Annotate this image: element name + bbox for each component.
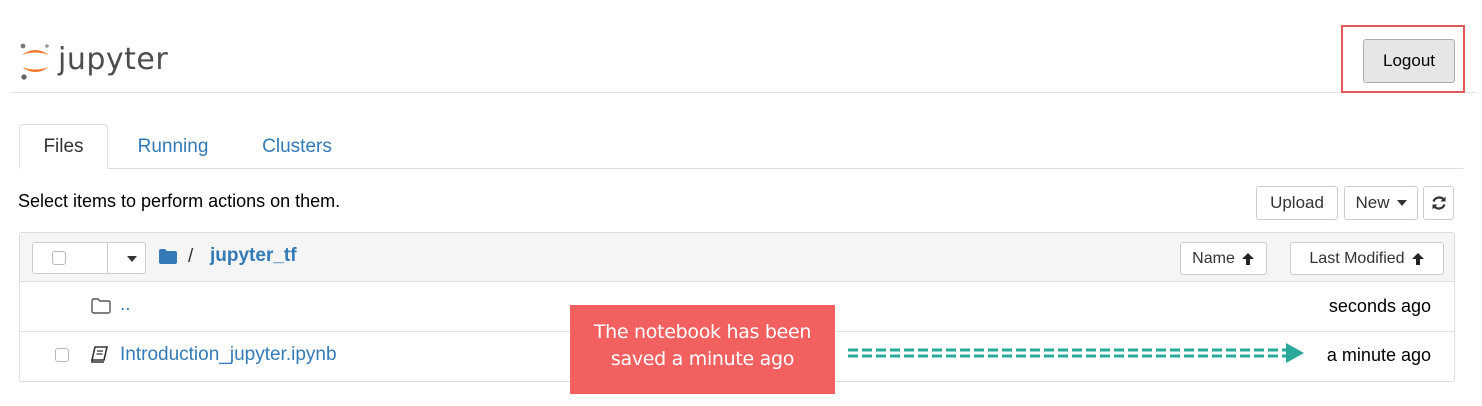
arrow-up-icon [1241,252,1254,265]
folder-icon [159,249,177,264]
sort-by-last-modified-button[interactable]: Last Modified [1290,242,1444,275]
notebook-modified: a minute ago [1326,345,1431,365]
parent-folder-modified: seconds ago [1328,296,1431,316]
annotation-line-2: saved a minute ago [610,348,795,370]
sort-by-name-button[interactable]: Name [1180,242,1267,275]
annotation-callout: The notebook has been saved a minute ago [570,305,835,394]
notebook-row-checkbox[interactable] [55,348,69,362]
tab-clusters[interactable]: Clusters [242,124,352,169]
breadcrumb-separator: / [188,246,194,267]
instructions-text: Select items to perform actions on them. [18,191,341,211]
select-all-divider [107,243,108,273]
annotation-arrow-icon [848,343,1304,363]
annotation-line-1: The notebook has been [593,321,812,343]
header-divider [10,92,1476,93]
select-all-checkbox[interactable] [52,251,66,265]
arrow-up-icon [1411,252,1424,265]
select-dropdown-caret-icon[interactable] [127,256,137,262]
sort-modified-label: Last Modified [1309,249,1405,267]
tab-bar-divider [19,168,1463,169]
upload-button[interactable]: Upload [1256,186,1338,220]
new-button-label: New [1355,193,1390,212]
breadcrumb-current-dir[interactable]: jupyter_tf [210,245,297,267]
refresh-icon [1431,196,1446,210]
sort-name-label: Name [1192,249,1235,267]
refresh-button[interactable] [1423,186,1454,220]
logout-button[interactable]: Logout [1363,39,1455,83]
caret-down-icon [1396,200,1407,206]
folder-outline-icon [91,298,111,314]
notebook-file-link[interactable]: Introduction_jupyter.ipynb [120,344,337,366]
notebook-book-icon [91,346,109,363]
tab-running[interactable]: Running [120,124,226,169]
jupyter-logo-text: jupyter [58,42,169,77]
tab-files[interactable]: Files [19,124,108,169]
parent-folder-link[interactable]: .. [120,294,131,316]
new-dropdown-button[interactable]: New [1344,186,1418,220]
